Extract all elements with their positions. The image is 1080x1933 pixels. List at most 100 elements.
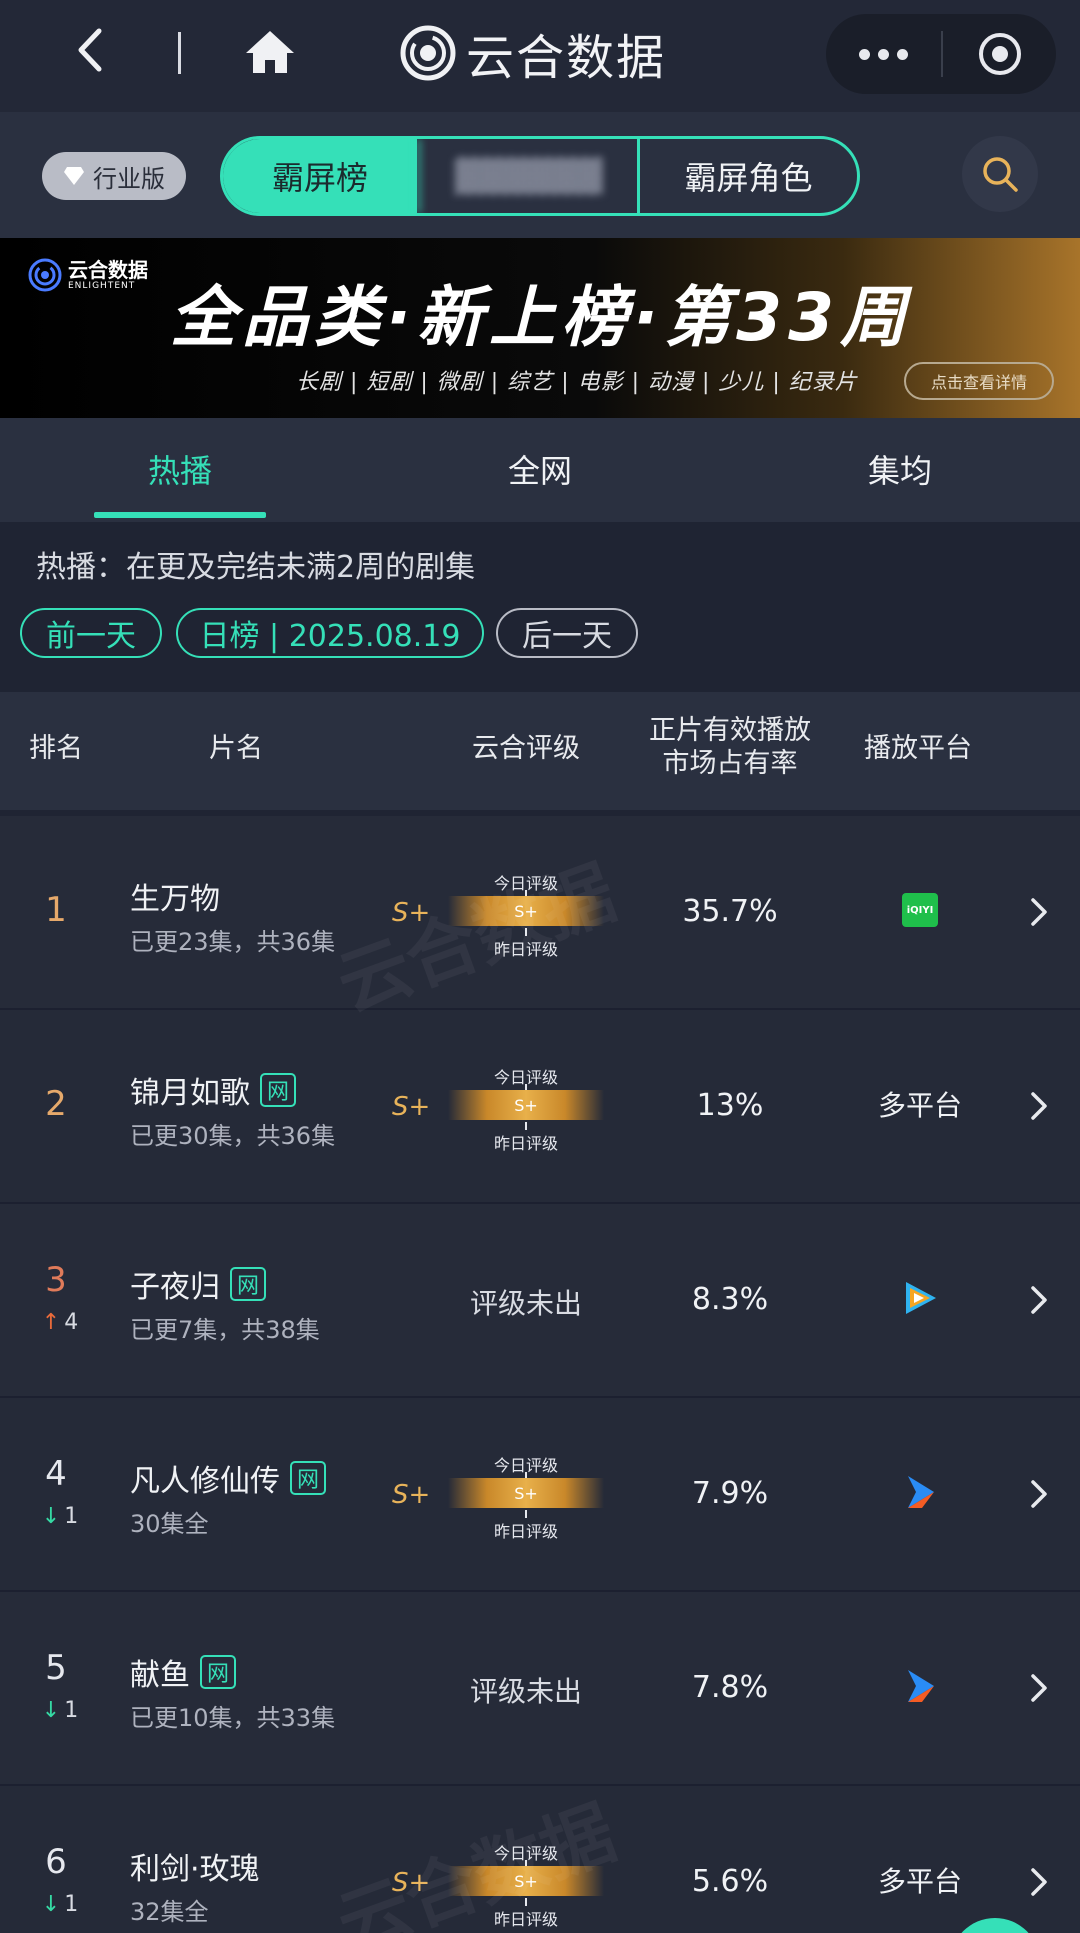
promo-banner[interactable]: 云合数据 ENLIGHTENT 全品类·新上榜·第33周 长剧 | 短剧 | 微… xyxy=(0,238,1080,418)
rank-trend: ↓ 1 xyxy=(30,1892,90,1917)
web-series-badge: 网 xyxy=(290,1461,326,1495)
tab-hot[interactable]: 热播 xyxy=(148,446,212,492)
banner-logo-en: ENLIGHTENT xyxy=(68,281,136,291)
tab-screen-ranking[interactable]: 霸屏榜 xyxy=(223,139,417,213)
show-title: 献鱼 xyxy=(130,1658,190,1693)
episode-status: 已更23集，共36集 xyxy=(130,928,336,956)
rating-pending: 评级未出 xyxy=(469,1287,582,1320)
arrow-down-icon: ↓ xyxy=(41,1504,61,1529)
row-detail-button[interactable] xyxy=(1024,1280,1054,1320)
table-row[interactable]: 5 ↓ 1 献鱼网已更10集，共33集 评级未出 7.8% xyxy=(0,1592,1080,1786)
rank-number: 4 xyxy=(45,1454,67,1494)
grade-label: S+ xyxy=(392,1092,431,1122)
table-row[interactable]: 2 锦月如歌网已更30集，共36集 S+ 今日评级 S+ 昨日评级 13% 多平台 xyxy=(0,1010,1080,1204)
table-row[interactable]: 3 ↑ 4 子夜归网已更7集，共38集 评级未出 8.3% xyxy=(0,1204,1080,1398)
rank-trend: ↓ 1 xyxy=(30,1698,90,1723)
rank-trend: ↓ 1 xyxy=(30,1504,90,1529)
chevron-right-icon xyxy=(1031,898,1047,926)
table-row[interactable]: 6 ↓ 1 利剑·玫瑰 32集全 S+ 今日评级 S+ 昨日评级 5.6% 多平台 xyxy=(0,1786,1080,1933)
tab-all-network[interactable]: 全网 xyxy=(508,446,572,492)
row-detail-button[interactable] xyxy=(1024,892,1054,932)
platform-icon-wrap xyxy=(840,1276,1000,1320)
rating-widget: 今日评级 S+ 昨日评级 xyxy=(448,1452,604,1541)
header-title: 片名 xyxy=(209,733,263,764)
platform-name: 多平台 xyxy=(877,1865,962,1898)
row-detail-button[interactable] xyxy=(1024,1474,1054,1514)
market-share: 7.8% xyxy=(691,1670,769,1705)
rating-bar: S+ xyxy=(448,1478,604,1508)
episode-status: 32集全 xyxy=(130,1898,209,1926)
rating-bar: S+ xyxy=(448,1866,604,1896)
rank-change: 1 xyxy=(64,1504,79,1529)
youku-icon xyxy=(908,1670,934,1702)
rating-bar: S+ xyxy=(448,1090,604,1120)
row-detail-button[interactable] xyxy=(1024,1668,1054,1708)
rating-widget: 今日评级 S+ 昨日评级 xyxy=(448,1840,604,1929)
banner-categories: 长剧 | 短剧 | 微剧 | 综艺 | 电影 | 动漫 | 少儿 | 纪录片 xyxy=(296,370,858,395)
tab-per-episode[interactable]: 集均 xyxy=(868,446,932,492)
row-detail-button[interactable] xyxy=(1024,1086,1054,1126)
platform-icon-wrap xyxy=(840,1664,1000,1708)
more-button[interactable] xyxy=(826,14,941,94)
mini-program-capsule xyxy=(826,14,1056,94)
rank-number: 3 xyxy=(45,1260,67,1300)
header-market-share-line2: 市场占有率 xyxy=(662,748,798,779)
metric-tabs: 热播 全网 集均 xyxy=(0,418,1080,522)
arrow-down-icon: ↓ xyxy=(41,1698,61,1723)
close-button[interactable] xyxy=(943,14,1056,94)
show-title: 凡人修仙传 xyxy=(130,1464,280,1499)
back-button[interactable] xyxy=(62,22,118,78)
show-title-wrap: 锦月如歌网 xyxy=(130,1068,296,1112)
youku-icon xyxy=(908,1476,934,1508)
market-share: 35.7% xyxy=(682,894,778,929)
chevron-right-icon xyxy=(1031,1674,1047,1702)
industry-edition-badge[interactable]: 行业版 xyxy=(42,152,186,200)
episode-status: 已更7集，共38集 xyxy=(130,1316,320,1344)
home-icon xyxy=(246,31,294,73)
tab-screen-roles[interactable]: 霸屏角色 xyxy=(637,139,857,213)
prev-day-button[interactable]: 前一天 xyxy=(20,608,162,658)
show-title: 锦月如歌 xyxy=(130,1076,250,1111)
table-header: 排名 片名 云合评级 正片有效播放 市场占有率 播放平台 xyxy=(0,692,1080,810)
search-icon xyxy=(983,157,1018,192)
ranking-type-switch: 霸屏榜 ▓▓▓▓▓▓ 霸屏角色 xyxy=(220,136,860,216)
rank-trend: ↑ 4 xyxy=(30,1310,90,1335)
home-button[interactable] xyxy=(238,22,302,82)
table-row[interactable]: 1 生万物 已更23集，共36集 S+ 今日评级 S+ 昨日评级 35.7% iQIYI xyxy=(0,816,1080,1010)
banner-title: 全品类·新上榜·第33周 xyxy=(170,279,912,356)
date-selector[interactable]: 日榜 | 2025.08.19 xyxy=(176,608,484,658)
yesterday-rating-label: 昨日评级 xyxy=(493,1134,558,1153)
banner-logo-cn: 云合数据 xyxy=(68,258,148,282)
next-day-button[interactable]: 后一天 xyxy=(496,608,638,658)
chevron-right-icon xyxy=(1031,1092,1047,1120)
industry-label: 行业版 xyxy=(93,164,165,193)
market-share: 5.6% xyxy=(691,1864,769,1899)
chevron-right-icon xyxy=(1031,1286,1047,1314)
episode-status: 已更10集，共33集 xyxy=(130,1704,336,1732)
rank-change: 1 xyxy=(64,1892,79,1917)
banner-details-button[interactable]: 点击查看详情 xyxy=(904,362,1054,400)
diamond-icon xyxy=(64,167,84,185)
rating-pending: 评级未出 xyxy=(469,1675,582,1708)
platform-icon-wrap xyxy=(840,1470,1000,1514)
rating-tick xyxy=(525,1898,527,1906)
yesterday-rating-label: 昨日评级 xyxy=(493,1522,558,1541)
platform-icon-wrap: iQIYI xyxy=(840,888,1000,932)
row-detail-button[interactable] xyxy=(1024,1862,1054,1902)
header-market-share-line1: 正片有效播放 xyxy=(649,715,811,746)
search-button[interactable] xyxy=(962,136,1038,212)
yesterday-rating-label: 昨日评级 xyxy=(493,940,558,959)
brand-logo-icon xyxy=(28,258,62,292)
top-nav: 云合数据 xyxy=(0,0,1080,112)
list-description: 热播：在更及完结未满2周的剧集 xyxy=(36,550,476,585)
table-row[interactable]: 4 ↓ 1 凡人修仙传网 30集全 S+ 今日评级 S+ 昨日评级 7.9% xyxy=(0,1398,1080,1592)
episode-status: 30集全 xyxy=(130,1510,209,1538)
grade-label: S+ xyxy=(392,1480,431,1510)
show-title-wrap: 生万物 xyxy=(130,874,220,918)
arrow-up-icon: ↑ xyxy=(41,1310,61,1335)
rating-widget: 今日评级 S+ 昨日评级 xyxy=(448,870,604,959)
rank-number: 5 xyxy=(45,1648,67,1688)
tab-blurred[interactable]: ▓▓▓▓▓▓ xyxy=(417,139,637,213)
app-title: 云合数据 xyxy=(400,18,666,88)
rank-number: 6 xyxy=(45,1842,67,1882)
